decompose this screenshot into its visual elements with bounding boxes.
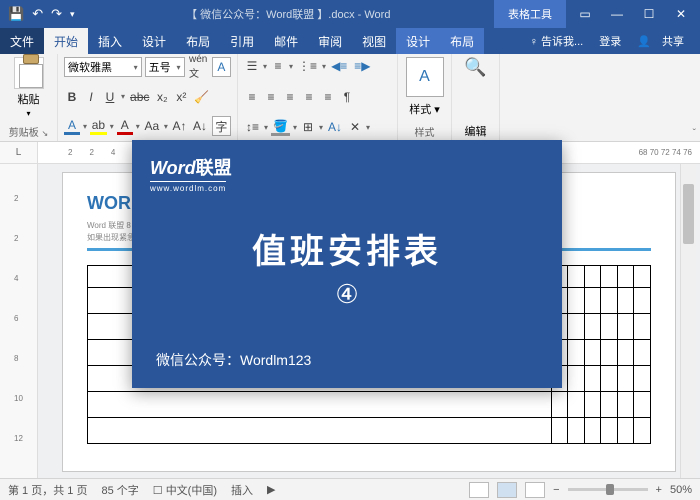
font-family-select[interactable]: 微软雅黑▾ [64,57,142,77]
asian-layout-button[interactable]: ✕ [347,118,363,136]
splash-overlay: Word联盟 www.wordlm.com 值班安排表 ④ 微信公众号：Word… [132,140,562,388]
tab-file[interactable]: 文件 [0,28,44,54]
styles-dropdown[interactable]: 样式 ▾ [404,101,445,117]
status-language[interactable]: ☐ 中文(中国) [153,482,217,498]
align-right-button[interactable]: ≡ [282,88,298,106]
clear-format-icon[interactable]: 🧹 [192,88,211,106]
status-insert-mode[interactable]: 插入 [231,482,253,498]
close-icon[interactable]: ✕ [666,7,696,21]
tab-table-layout[interactable]: 布局 [440,28,484,54]
paste-button[interactable]: 粘贴 ▾ [6,57,51,118]
underline-dropdown[interactable]: ▾ [121,92,125,101]
align-justify-button[interactable]: ≡ [301,88,317,106]
underline-button[interactable]: U [102,88,118,106]
status-word-count[interactable]: 85 个字 [101,482,138,498]
char-border-icon[interactable]: A [212,57,231,77]
zoom-slider[interactable] [568,488,648,491]
superscript-button[interactable]: x² [173,88,189,106]
save-icon[interactable]: 💾 [8,6,24,22]
change-case-button[interactable]: Aa [143,117,161,135]
find-icon[interactable]: 🔍 [458,57,493,78]
view-print-layout[interactable] [497,482,517,498]
phonetic-guide-icon[interactable]: wén文 [188,58,209,76]
tell-me-search[interactable]: ♀ 告诉我... [522,33,591,49]
tab-design[interactable]: 设计 [132,28,176,54]
window-title: 【 微信公众号：Word联盟 】.docx - Word [83,6,494,22]
styles-gallery[interactable]: A [406,57,444,97]
shading-button[interactable]: 🪣 [271,118,290,136]
text-effects-button[interactable]: A [64,117,80,135]
maximize-icon[interactable]: ☐ [634,7,664,21]
edit-group-label: 编辑 [458,123,493,139]
table-row [88,392,651,418]
tab-layout[interactable]: 布局 [176,28,220,54]
share-button[interactable]: 👤 共享 [629,33,700,49]
strikethrough-button[interactable]: abc [128,88,151,106]
overlay-footer: 微信公众号：Wordlm123 [156,350,311,370]
undo-icon[interactable]: ↶ [32,6,43,22]
context-tab-label: 表格工具 [494,0,566,28]
tab-review[interactable]: 审阅 [308,28,352,54]
status-macro-icon[interactable]: ▶ [267,483,275,496]
bold-button[interactable]: B [64,88,80,106]
show-marks-button[interactable]: ¶ [339,88,355,106]
minimize-icon[interactable]: — [602,7,632,21]
overlay-logo: Word联盟 [150,154,544,180]
tab-table-design[interactable]: 设计 [396,28,440,54]
bullets-button[interactable]: ☰ [244,57,260,75]
status-page[interactable]: 第 1 页，共 1 页 [8,482,87,498]
tab-view[interactable]: 视图 [352,28,396,54]
numbering-button[interactable]: ≡ [270,57,286,75]
redo-icon[interactable]: ↷ [51,6,62,22]
clipboard-group-label: 剪贴板 ↘ [6,121,51,139]
ribbon-options-icon[interactable]: ▭ [570,7,600,21]
tab-mailings[interactable]: 邮件 [264,28,308,54]
vertical-scrollbar[interactable] [680,164,696,478]
tab-home[interactable]: 开始 [44,28,88,54]
paste-icon [14,57,44,89]
zoom-out-button[interactable]: − [553,484,559,496]
align-distribute-button[interactable]: ≡ [320,88,336,106]
borders-button[interactable]: ⊞ [300,118,316,136]
zoom-level[interactable]: 50% [670,484,692,496]
font-size-select[interactable]: 五号▾ [145,57,185,77]
tab-selector[interactable]: L [0,142,38,163]
styles-group-label: 样式 [404,121,445,139]
align-center-button[interactable]: ≡ [263,88,279,106]
overlay-number: ④ [132,279,562,310]
enclose-char-button[interactable]: 字 [212,116,231,136]
view-read-mode[interactable] [469,482,489,498]
paste-dropdown-icon[interactable]: ▾ [26,109,30,118]
sort-button[interactable]: A↓ [326,118,344,136]
subscript-button[interactable]: x₂ [154,88,170,106]
qat-dropdown-icon[interactable]: ▾ [70,9,75,20]
highlight-button[interactable]: ab [90,117,107,135]
line-spacing-button[interactable]: ↕≡ [244,118,261,136]
grow-font-button[interactable]: A↑ [171,117,188,135]
overlay-url: www.wordlm.com [150,181,226,193]
view-web-layout[interactable] [525,482,545,498]
multilevel-button[interactable]: ⋮≡ [296,57,319,75]
zoom-in-button[interactable]: + [656,484,662,496]
collapse-ribbon-icon[interactable]: ˇ [693,128,696,139]
vertical-ruler[interactable]: 224 681012 [0,164,38,478]
align-left-button[interactable]: ≡ [244,88,260,106]
decrease-indent-button[interactable]: ◀≡ [329,57,349,75]
scrollbar-thumb[interactable] [683,184,694,244]
overlay-title: 值班安排表 [132,224,562,273]
tab-insert[interactable]: 插入 [88,28,132,54]
paste-label: 粘贴 [18,91,40,107]
increase-indent-button[interactable]: ≡▶ [352,57,372,75]
italic-button[interactable]: I [83,88,99,106]
shrink-font-button[interactable]: A↓ [191,117,208,135]
tab-references[interactable]: 引用 [220,28,264,54]
login-button[interactable]: 登录 [591,33,629,49]
table-row [88,418,651,444]
font-color-button[interactable]: A [117,117,133,135]
